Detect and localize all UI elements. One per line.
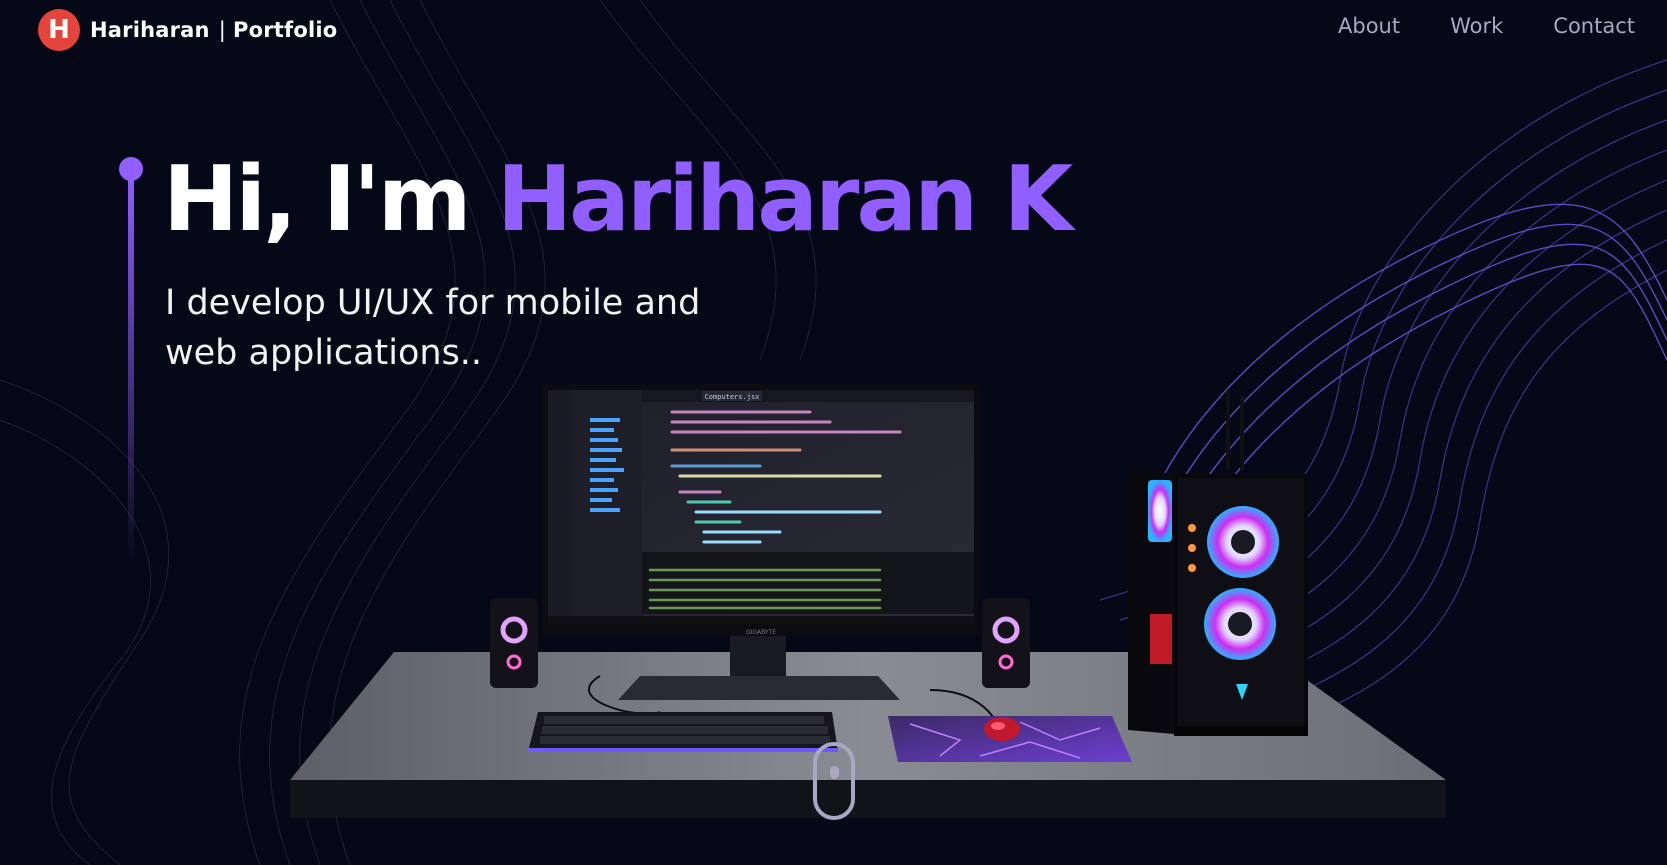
hero-greeting: Hi, I'm [163, 147, 497, 252]
nav-links: About Work Contact [1338, 14, 1635, 38]
nav-link-contact[interactable]: Contact [1553, 14, 1635, 38]
svg-text:GIGABYTE: GIGABYTE [746, 629, 776, 636]
home-logo-link[interactable]: H Hariharan | Portfolio [38, 9, 337, 51]
brand-suffix: Portfolio [232, 18, 338, 42]
computer-desk-3d-scene[interactable]: Computers.jsx GIGABYTE [0, 0, 1667, 865]
hero-heading: Hi, I'm Hariharan K [163, 146, 1073, 254]
gaming-pc-case [1128, 390, 1308, 736]
hero-name: Hariharan K [496, 147, 1073, 252]
right-speaker [982, 598, 1030, 688]
scroll-down-indicator[interactable] [813, 742, 855, 820]
scroll-wheel-dot [830, 766, 839, 779]
left-speaker [490, 598, 538, 688]
navbar: H Hariharan | Portfolio About Work Contact [0, 0, 1667, 60]
hero-accent-line [119, 157, 143, 567]
brand-separator: | [218, 18, 226, 42]
logo-mark: H [38, 9, 80, 51]
accent-gradient-line [128, 175, 134, 565]
svg-text:Computers.jsx: Computers.jsx [705, 393, 760, 401]
hero-subtitle: I develop UI/UX for mobile and web appli… [165, 283, 701, 373]
gaming-mouse [984, 717, 1020, 741]
brand-title: Hariharan | Portfolio [90, 18, 337, 42]
nav-link-work[interactable]: Work [1450, 14, 1503, 38]
nav-link-about[interactable]: About [1338, 14, 1400, 38]
brand-name: Hariharan [90, 18, 210, 42]
keyboard [528, 712, 838, 752]
